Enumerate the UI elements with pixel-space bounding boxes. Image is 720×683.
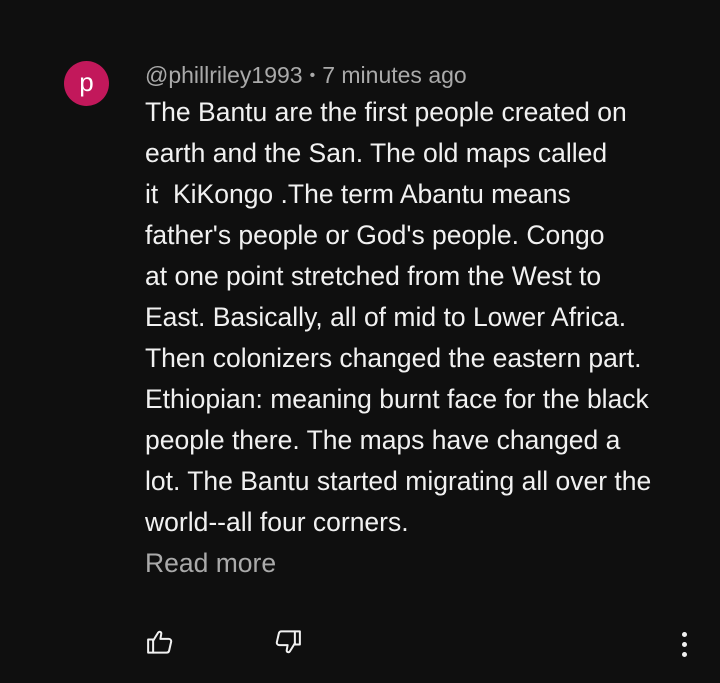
thumbs-up-icon — [147, 630, 173, 654]
author-handle[interactable]: @phillriley1993 — [145, 62, 303, 88]
read-more-button[interactable]: Read more — [145, 543, 276, 584]
comment-line: at one point stretched from the West to — [145, 261, 602, 291]
comment-line: father's people or God's people. Congo — [145, 220, 605, 250]
dislike-button[interactable] — [271, 625, 305, 659]
avatar[interactable]: p — [64, 61, 109, 106]
meta-separator: • — [309, 67, 316, 84]
comment-line: earth and the San. The old maps called — [145, 138, 608, 168]
comment-text: The Bantu are the first people created o… — [145, 92, 690, 543]
thumbs-down-icon — [275, 630, 301, 654]
comment-line: East. Basically, all of mid to Lower Afr… — [145, 302, 627, 332]
more-vert-icon-dot — [681, 651, 687, 657]
comment-line: Then colonizers changed the eastern part… — [145, 343, 642, 373]
comment-line: The Bantu are the first people created o… — [145, 97, 627, 127]
comment-line: world--all four corners. — [145, 507, 409, 537]
comment-timestamp: 7 minutes ago — [322, 62, 467, 88]
comment-line: people there. The maps have changed a — [145, 425, 621, 455]
like-button[interactable] — [143, 625, 177, 659]
more-options-button[interactable] — [672, 626, 696, 662]
comment-line: Ethiopian: meaning burnt face for the bl… — [145, 384, 649, 414]
comment-line: lot. The Bantu started migrating all ove… — [145, 466, 652, 496]
comment-line: it KiKongo .The term Abantu means — [145, 179, 571, 209]
more-vert-icon — [681, 631, 687, 637]
more-vert-icon-dot — [681, 641, 687, 647]
comment-card: p @phillriley1993 • 7 minutes ago The Bant… — [0, 0, 720, 683]
comment-meta: @phillriley1993 • 7 minutes ago — [145, 61, 467, 90]
